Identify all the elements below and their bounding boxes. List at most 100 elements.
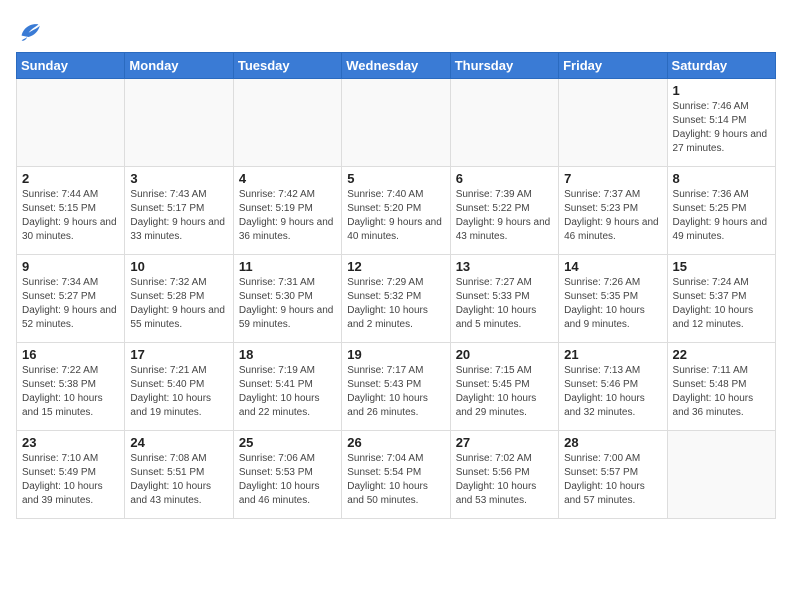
day-info: Sunrise: 7:08 AM Sunset: 5:51 PM Dayligh…: [130, 452, 227, 508]
day-info: Sunrise: 7:17 AM Sunset: 5:43 PM Dayligh…: [347, 364, 444, 420]
calendar-day-cell: 24 Sunrise: 7:08 AM Sunset: 5:51 PM Dayli…: [125, 431, 233, 519]
calendar-day-cell: [559, 79, 667, 167]
calendar-day-cell: 19 Sunrise: 7:17 AM Sunset: 5:43 PM Dayli…: [342, 343, 450, 431]
calendar-day-cell: 21Sunrise: 7:13 AM Sunset: 5:46 PM Dayli…: [559, 343, 667, 431]
day-info: Sunrise: 7:19 AM Sunset: 5:41 PM Dayligh…: [239, 364, 336, 420]
day-number: 20: [456, 347, 553, 362]
day-number: 6: [456, 171, 553, 186]
day-number: 4: [239, 171, 336, 186]
weekday-header-cell: Thursday: [450, 53, 558, 79]
calendar-day-cell: [667, 431, 775, 519]
calendar-week-row: 16 Sunrise: 7:22 AM Sunset: 5:38 PM Dayli…: [17, 343, 776, 431]
calendar-day-cell: [450, 79, 558, 167]
calendar-day-cell: 20 Sunrise: 7:15 AM Sunset: 5:45 PM Dayli…: [450, 343, 558, 431]
day-info: Sunrise: 7:11 AM Sunset: 5:48 PM Dayligh…: [673, 364, 770, 420]
weekday-header-cell: Friday: [559, 53, 667, 79]
calendar-day-cell: 11 Sunrise: 7:31 AM Sunset: 5:30 PM Dayli…: [233, 255, 341, 343]
calendar-day-cell: 12 Sunrise: 7:29 AM Sunset: 5:32 PM Dayli…: [342, 255, 450, 343]
calendar-day-cell: 14 Sunrise: 7:26 AM Sunset: 5:35 PM Dayli…: [559, 255, 667, 343]
day-number: 16: [22, 347, 119, 362]
calendar-day-cell: 22Sunrise: 7:11 AM Sunset: 5:48 PM Dayli…: [667, 343, 775, 431]
weekday-header-cell: Wednesday: [342, 53, 450, 79]
calendar-day-cell: [233, 79, 341, 167]
weekday-header-cell: Saturday: [667, 53, 775, 79]
day-number: 12: [347, 259, 444, 274]
calendar-day-cell: 23Sunrise: 7:10 AM Sunset: 5:49 PM Dayli…: [17, 431, 125, 519]
calendar-day-cell: 4 Sunrise: 7:42 AM Sunset: 5:19 PM Daylig…: [233, 167, 341, 255]
calendar-day-cell: 7Sunrise: 7:37 AM Sunset: 5:23 PM Daylig…: [559, 167, 667, 255]
calendar-day-cell: 2Sunrise: 7:44 AM Sunset: 5:15 PM Daylig…: [17, 167, 125, 255]
day-number: 13: [456, 259, 553, 274]
page-header: [16, 16, 776, 44]
day-number: 10: [130, 259, 227, 274]
calendar-day-cell: [17, 79, 125, 167]
day-info: Sunrise: 7:29 AM Sunset: 5:32 PM Dayligh…: [347, 276, 444, 332]
day-info: Sunrise: 7:00 AM Sunset: 5:57 PM Dayligh…: [564, 452, 661, 508]
calendar-day-cell: 25 Sunrise: 7:06 AM Sunset: 5:53 PM Dayli…: [233, 431, 341, 519]
day-number: 18: [239, 347, 336, 362]
calendar-day-cell: 18 Sunrise: 7:19 AM Sunset: 5:41 PM Dayli…: [233, 343, 341, 431]
day-number: 27: [456, 435, 553, 450]
day-info: Sunrise: 7:42 AM Sunset: 5:19 PM Dayligh…: [239, 188, 336, 244]
day-info: Sunrise: 7:34 AM Sunset: 5:27 PM Dayligh…: [22, 276, 119, 332]
calendar-day-cell: 9 Sunrise: 7:34 AM Sunset: 5:27 PM Daylig…: [17, 255, 125, 343]
day-number: 28: [564, 435, 661, 450]
weekday-header-row: SundayMondayTuesdayWednesdayThursdayFrid…: [17, 53, 776, 79]
day-number: 5: [347, 171, 444, 186]
day-info: Sunrise: 7:32 AM Sunset: 5:28 PM Dayligh…: [130, 276, 227, 332]
day-info: Sunrise: 7:15 AM Sunset: 5:45 PM Dayligh…: [456, 364, 553, 420]
day-info: Sunrise: 7:31 AM Sunset: 5:30 PM Dayligh…: [239, 276, 336, 332]
day-number: 8: [673, 171, 770, 186]
calendar-day-cell: 5 Sunrise: 7:40 AM Sunset: 5:20 PM Daylig…: [342, 167, 450, 255]
day-info: Sunrise: 7:46 AM Sunset: 5:14 PM Dayligh…: [673, 100, 770, 156]
weekday-header-cell: Monday: [125, 53, 233, 79]
day-number: 9: [22, 259, 119, 274]
day-number: 23: [22, 435, 119, 450]
weekday-header-cell: Tuesday: [233, 53, 341, 79]
day-number: 26: [347, 435, 444, 450]
day-number: 14: [564, 259, 661, 274]
calendar-day-cell: 17 Sunrise: 7:21 AM Sunset: 5:40 PM Dayli…: [125, 343, 233, 431]
day-number: 7: [564, 171, 661, 186]
calendar-day-cell: 13 Sunrise: 7:27 AM Sunset: 5:33 PM Dayli…: [450, 255, 558, 343]
calendar-day-cell: [125, 79, 233, 167]
day-info: Sunrise: 7:26 AM Sunset: 5:35 PM Dayligh…: [564, 276, 661, 332]
calendar-table: SundayMondayTuesdayWednesdayThursdayFrid…: [16, 52, 776, 519]
day-number: 1: [673, 83, 770, 98]
day-info: Sunrise: 7:24 AM Sunset: 5:37 PM Dayligh…: [673, 276, 770, 332]
calendar-body: 1 Sunrise: 7:46 AM Sunset: 5:14 PM Daylig…: [17, 79, 776, 519]
day-number: 3: [130, 171, 227, 186]
calendar-week-row: 2Sunrise: 7:44 AM Sunset: 5:15 PM Daylig…: [17, 167, 776, 255]
calendar-day-cell: [342, 79, 450, 167]
day-info: Sunrise: 7:06 AM Sunset: 5:53 PM Dayligh…: [239, 452, 336, 508]
day-info: Sunrise: 7:22 AM Sunset: 5:38 PM Dayligh…: [22, 364, 119, 420]
day-number: 11: [239, 259, 336, 274]
day-info: Sunrise: 7:21 AM Sunset: 5:40 PM Dayligh…: [130, 364, 227, 420]
calendar-day-cell: 16 Sunrise: 7:22 AM Sunset: 5:38 PM Dayli…: [17, 343, 125, 431]
day-number: 19: [347, 347, 444, 362]
day-info: Sunrise: 7:39 AM Sunset: 5:22 PM Dayligh…: [456, 188, 553, 244]
calendar-day-cell: 10 Sunrise: 7:32 AM Sunset: 5:28 PM Dayli…: [125, 255, 233, 343]
day-number: 17: [130, 347, 227, 362]
logo-bird-icon: [16, 16, 44, 44]
day-info: Sunrise: 7:44 AM Sunset: 5:15 PM Dayligh…: [22, 188, 119, 244]
day-info: Sunrise: 7:02 AM Sunset: 5:56 PM Dayligh…: [456, 452, 553, 508]
day-number: 21: [564, 347, 661, 362]
calendar-day-cell: 1 Sunrise: 7:46 AM Sunset: 5:14 PM Daylig…: [667, 79, 775, 167]
calendar-day-cell: 3 Sunrise: 7:43 AM Sunset: 5:17 PM Daylig…: [125, 167, 233, 255]
day-info: Sunrise: 7:40 AM Sunset: 5:20 PM Dayligh…: [347, 188, 444, 244]
calendar-day-cell: 28 Sunrise: 7:00 AM Sunset: 5:57 PM Dayli…: [559, 431, 667, 519]
calendar-week-row: 1 Sunrise: 7:46 AM Sunset: 5:14 PM Daylig…: [17, 79, 776, 167]
day-info: Sunrise: 7:27 AM Sunset: 5:33 PM Dayligh…: [456, 276, 553, 332]
weekday-header-cell: Sunday: [17, 53, 125, 79]
calendar-week-row: 9 Sunrise: 7:34 AM Sunset: 5:27 PM Daylig…: [17, 255, 776, 343]
calendar-day-cell: 15 Sunrise: 7:24 AM Sunset: 5:37 PM Dayli…: [667, 255, 775, 343]
day-info: Sunrise: 7:36 AM Sunset: 5:25 PM Dayligh…: [673, 188, 770, 244]
day-number: 15: [673, 259, 770, 274]
day-number: 24: [130, 435, 227, 450]
day-number: 25: [239, 435, 336, 450]
logo: [16, 16, 48, 44]
calendar-day-cell: 27 Sunrise: 7:02 AM Sunset: 5:56 PM Dayli…: [450, 431, 558, 519]
calendar-day-cell: 26Sunrise: 7:04 AM Sunset: 5:54 PM Dayli…: [342, 431, 450, 519]
day-info: Sunrise: 7:43 AM Sunset: 5:17 PM Dayligh…: [130, 188, 227, 244]
